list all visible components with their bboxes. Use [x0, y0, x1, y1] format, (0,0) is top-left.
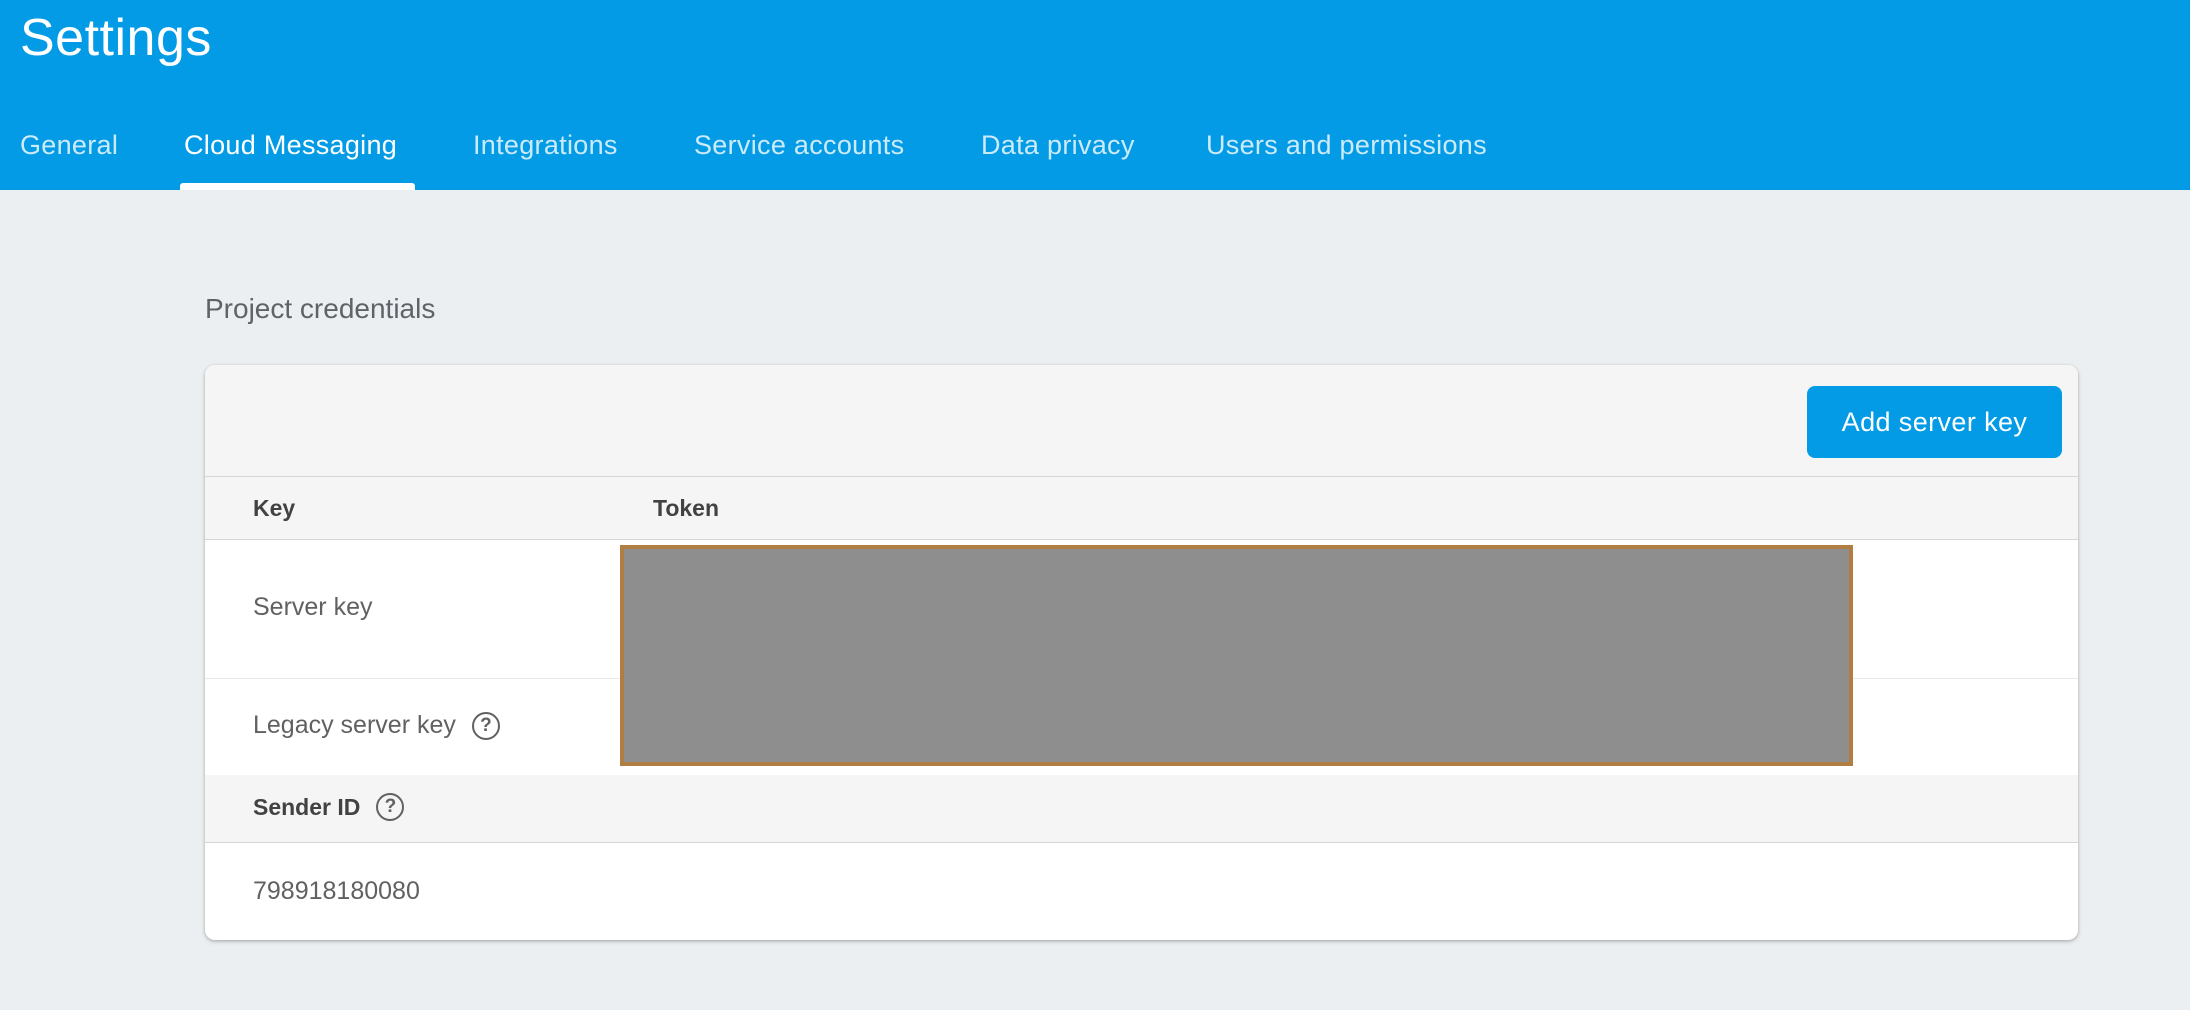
tab-general[interactable]: General: [20, 130, 118, 161]
credentials-card: Add server key Key Token Server key Lega…: [205, 365, 2078, 940]
row-label-legacy-server-key: Legacy server key ?: [253, 711, 500, 740]
tab-service-accounts[interactable]: Service accounts: [694, 130, 904, 161]
page-title: Settings: [20, 9, 212, 67]
settings-tabs: General Cloud Messaging Integrations Ser…: [0, 110, 2190, 190]
column-header-token: Token: [653, 495, 720, 521]
help-icon[interactable]: ?: [376, 793, 405, 821]
help-icon[interactable]: ?: [471, 711, 500, 740]
server-key-label: Server key: [253, 593, 373, 621]
active-tab-indicator: [180, 183, 415, 190]
add-server-key-button[interactable]: Add server key: [1807, 386, 2062, 458]
section-title: Project credentials: [205, 293, 436, 324]
table-header: Key Token: [205, 477, 2078, 540]
tab-data-privacy[interactable]: Data privacy: [981, 130, 1135, 161]
sender-id-label-group: Sender ID ?: [253, 793, 405, 821]
tab-cloud-messaging[interactable]: Cloud Messaging: [184, 130, 397, 161]
redacted-token-block: [620, 545, 1853, 766]
row-label-server-key: Server key: [253, 593, 372, 622]
legacy-server-key-label: Legacy server key: [253, 711, 456, 739]
card-toolbar: Add server key: [205, 365, 2078, 477]
sender-id-header: Sender ID ?: [205, 775, 2078, 843]
tab-integrations[interactable]: Integrations: [473, 130, 618, 161]
sender-id-value: 798918180080: [253, 877, 420, 905]
tab-users-and-permissions[interactable]: Users and permissions: [1206, 130, 1487, 161]
app-header: Settings General Cloud Messaging Integra…: [0, 0, 2190, 190]
column-header-key: Key: [253, 495, 296, 521]
sender-id-label: Sender ID: [253, 793, 361, 820]
